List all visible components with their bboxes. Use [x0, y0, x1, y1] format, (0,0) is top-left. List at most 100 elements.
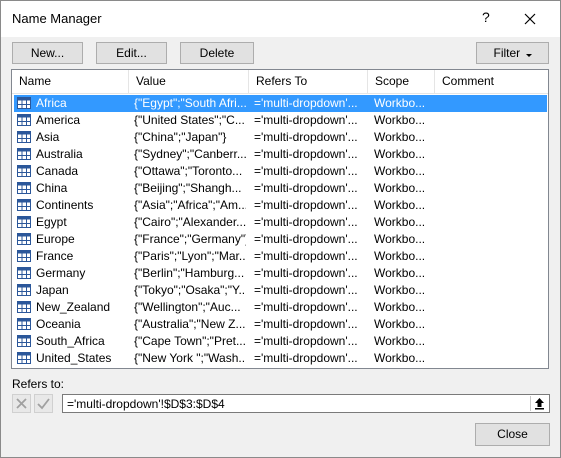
new-button-label: New... — [30, 46, 65, 60]
value-cell: {"France";"Germany"} — [134, 232, 246, 246]
scope-cell: Workbo... — [374, 300, 426, 314]
delete-button[interactable]: Delete — [180, 42, 254, 64]
filter-button-label: Filter — [493, 46, 521, 60]
comment-cell — [441, 299, 545, 316]
table-row[interactable]: New_Zealand {"Wellington";"Auc... ='multi-… — [14, 299, 547, 316]
table-row[interactable]: Asia {"China";"Japan"} ='multi-dropdown'..… — [14, 129, 547, 146]
close-icon[interactable] — [515, 5, 545, 33]
comment-cell — [441, 146, 545, 163]
table-row[interactable]: America {"United States";"C... ='multi-dro… — [14, 112, 547, 129]
dropdown-arrow-icon — [525, 44, 532, 64]
names-list[interactable]: Name Value Refers To Scope Comment Afric… — [11, 69, 549, 369]
cancel-edit-button[interactable] — [12, 394, 31, 413]
table-row[interactable]: Oceania {"Australia";"New Z... ='multi-dro… — [14, 316, 547, 333]
scope-cell: Workbo... — [374, 147, 426, 161]
scope-cell: Workbo... — [374, 351, 426, 365]
comment-cell — [441, 197, 545, 214]
table-row[interactable]: China {"Beijing";"Shangh... ='multi-dropdo… — [14, 180, 547, 197]
name-cell: Asia — [36, 130, 60, 144]
table-row[interactable]: Africa {"Egypt";"South Afri... ='multi-dro… — [14, 95, 547, 112]
name-cell: Egypt — [36, 215, 67, 229]
value-cell: {"Tokyo";"Osaka";"Y... — [134, 283, 246, 297]
value-cell: {"Egypt";"South Afri... — [134, 96, 246, 110]
column-header-value[interactable]: Value — [129, 70, 249, 93]
scope-cell: Workbo... — [374, 317, 426, 331]
table-row[interactable]: Australia {"Sydney";"Canberr... ='multi-dr… — [14, 146, 547, 163]
name-cell: United_States — [36, 351, 112, 365]
edit-button-label: Edit... — [116, 46, 147, 60]
name-cell: Europe — [36, 232, 75, 246]
refers-to-input[interactable]: ='multi-dropdown'!$D$3:$D$4 — [62, 394, 550, 413]
checkmark-icon — [37, 398, 50, 410]
title-bar: Name Manager ? — [1, 1, 560, 37]
name-cell: South_Africa — [36, 334, 105, 348]
new-button[interactable]: New... — [12, 42, 83, 64]
name-cell: Oceania — [36, 317, 81, 331]
help-button[interactable]: ? — [482, 9, 490, 25]
confirm-edit-button[interactable] — [34, 394, 53, 413]
collapse-dialog-button[interactable] — [530, 396, 548, 411]
value-cell: {"Australia";"New Z... — [134, 317, 246, 331]
value-cell: {"Beijing";"Shangh... — [134, 181, 242, 195]
value-cell: {"Wellington";"Auc... — [134, 300, 241, 314]
scope-cell: Workbo... — [374, 334, 426, 348]
value-cell: {"Cape Town";"Pret... — [134, 334, 246, 348]
table-row[interactable]: Europe {"France";"Germany"} ='multi-dropdo… — [14, 231, 547, 248]
filter-button[interactable]: Filter — [476, 42, 549, 64]
comment-cell — [441, 248, 545, 265]
name-cell: Canada — [36, 164, 79, 178]
column-header-comment[interactable]: Comment — [435, 70, 548, 93]
scope-cell: Workbo... — [374, 232, 426, 246]
named-range-icon — [17, 284, 31, 296]
scope-cell: Workbo... — [374, 198, 426, 212]
column-header-scope[interactable]: Scope — [368, 70, 435, 93]
list-header: Name Value Refers To Scope Comment — [12, 70, 548, 94]
table-row[interactable]: France {"Paris";"Lyon";"Mar... ='multi-dro… — [14, 248, 547, 265]
named-range-icon — [17, 250, 31, 262]
named-range-icon — [17, 199, 31, 211]
value-cell: {"Ottawa";"Toronto... — [134, 164, 243, 178]
table-row[interactable]: Germany {"Berlin";"Hamburg... ='multi-drop… — [14, 265, 547, 282]
named-range-icon — [17, 114, 31, 126]
table-row[interactable]: Continents {"Asia";"Africa";"Am... ='multi… — [14, 197, 547, 214]
comment-cell — [441, 112, 545, 129]
named-range-icon — [17, 182, 31, 194]
edit-button[interactable]: Edit... — [96, 42, 167, 64]
scope-cell: Workbo... — [374, 96, 426, 110]
value-cell: {"New York ";"Wash... — [134, 351, 246, 365]
table-row[interactable]: United_States {"New York ";"Wash... ='mult… — [14, 350, 547, 367]
name-cell: Continents — [36, 198, 94, 212]
name-cell: China — [36, 181, 68, 195]
named-range-icon — [17, 165, 31, 177]
column-header-name[interactable]: Name — [12, 70, 129, 93]
value-cell: {"Paris";"Lyon";"Mar... — [134, 249, 246, 263]
name-cell: France — [36, 249, 74, 263]
named-range-icon — [17, 148, 31, 160]
comment-cell — [441, 214, 545, 231]
cancel-x-icon — [16, 398, 27, 409]
comment-cell — [441, 231, 545, 248]
table-row[interactable]: Egypt {"Cairo";"Alexander... ='multi-dropd… — [14, 214, 547, 231]
column-header-refers-to[interactable]: Refers To — [249, 70, 368, 93]
comment-cell — [441, 265, 545, 282]
table-row[interactable]: Canada {"Ottawa";"Toronto... ='multi-dropd… — [14, 163, 547, 180]
name-cell: Australia — [36, 147, 83, 161]
name-cell: New_Zealand — [36, 300, 111, 314]
refers-to-cell: ='multi-dropdown'... — [254, 283, 358, 297]
name-manager-dialog: Name Manager ? New... Edit... Delete Fil… — [0, 0, 561, 458]
name-cell: Japan — [36, 283, 69, 297]
refers-to-cell: ='multi-dropdown'... — [254, 181, 358, 195]
table-row[interactable]: South_Africa {"Cape Town";"Pret... ='multi… — [14, 333, 547, 350]
refers-to-cell: ='multi-dropdown'... — [254, 317, 358, 331]
value-cell: {"China";"Japan"} — [134, 130, 227, 144]
delete-button-label: Delete — [199, 46, 235, 60]
named-range-icon — [17, 301, 31, 313]
refers-to-cell: ='multi-dropdown'... — [254, 164, 358, 178]
refers-to-cell: ='multi-dropdown'... — [254, 215, 358, 229]
value-cell: {"Sydney";"Canberr... — [134, 147, 246, 161]
scope-cell: Workbo... — [374, 113, 426, 127]
close-button[interactable]: Close — [475, 423, 550, 446]
table-row[interactable]: Japan {"Tokyo";"Osaka";"Y... ='multi-dropd… — [14, 282, 547, 299]
refers-to-cell: ='multi-dropdown'... — [254, 96, 358, 110]
refers-to-cell: ='multi-dropdown'... — [254, 198, 358, 212]
